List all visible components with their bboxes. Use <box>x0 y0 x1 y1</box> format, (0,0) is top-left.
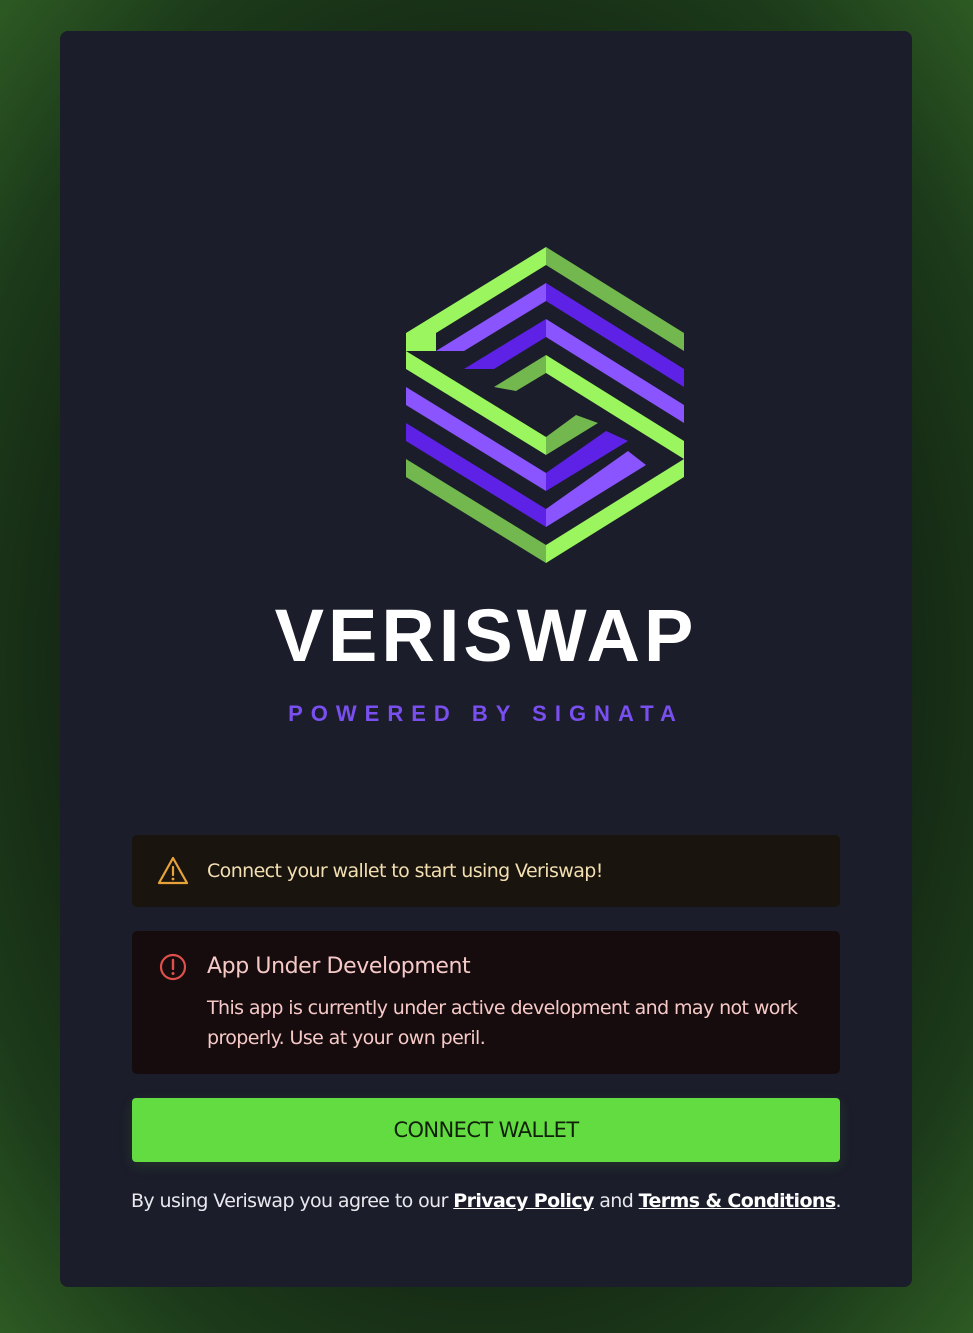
error-body: This app is currently under active devel… <box>207 997 798 1049</box>
brand-title: VERISWAP <box>274 594 698 677</box>
terms-notice: By using Veriswap you agree to our Priva… <box>60 1186 912 1216</box>
development-error-alert: App Under Development This app is curren… <box>132 931 840 1074</box>
wallet-warning-alert: Connect your wallet to start using Veris… <box>132 835 840 907</box>
error-circle-icon <box>159 953 187 981</box>
error-title: App Under Development <box>207 954 471 979</box>
warning-triangle-icon <box>157 856 189 885</box>
connect-card: VERISWAP POWERED BY SIGNATA Connect your… <box>60 31 912 1287</box>
warning-text: Connect your wallet to start using Veris… <box>207 860 603 882</box>
connect-wallet-button[interactable]: CONNECT WALLET <box>132 1098 840 1162</box>
terms-conditions-link[interactable]: Terms & Conditions <box>639 1190 837 1212</box>
veriswap-logo-icon <box>406 247 684 563</box>
terms-prefix: By using Veriswap you agree to our <box>131 1190 454 1212</box>
brand-tagline: POWERED BY SIGNATA <box>288 701 684 726</box>
privacy-policy-link[interactable]: Privacy Policy <box>453 1190 594 1212</box>
terms-middle: and <box>593 1190 639 1212</box>
terms-suffix: . <box>835 1190 842 1212</box>
